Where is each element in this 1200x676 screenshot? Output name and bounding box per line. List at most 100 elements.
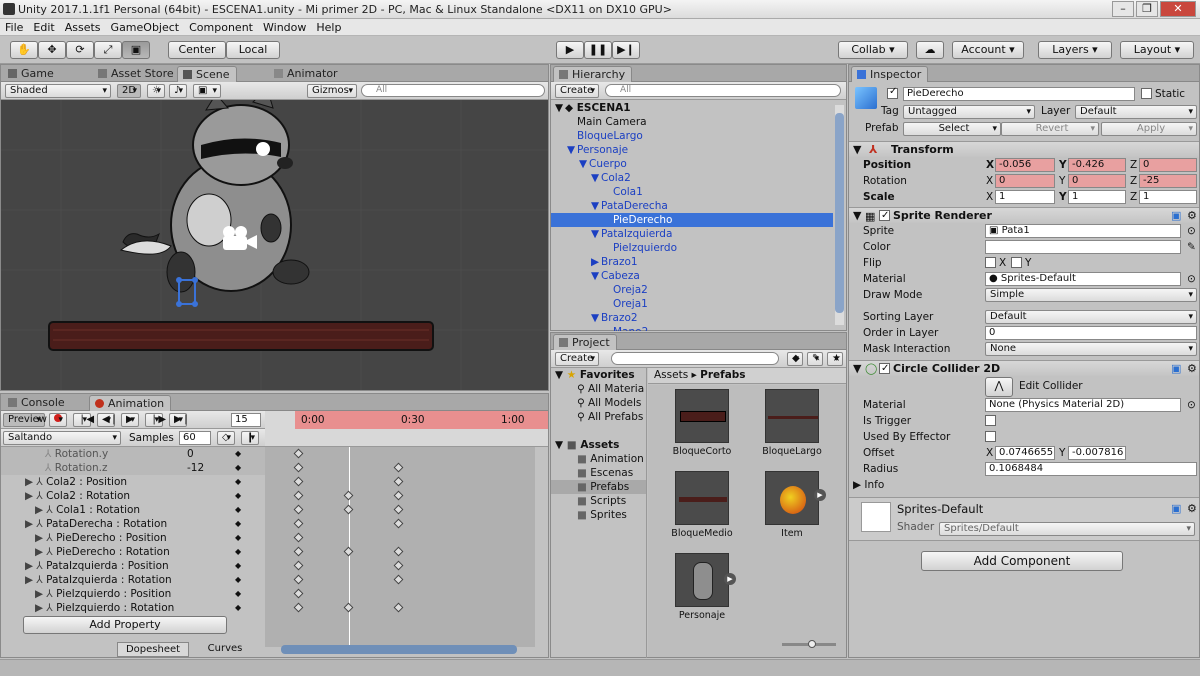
hierarchy-item[interactable]: ▼ PataDerecha [551, 199, 833, 213]
key-diamond-icon[interactable]: ◆ [235, 475, 241, 489]
keyframe-marker[interactable] [393, 462, 404, 473]
samples-field[interactable]: 60 [179, 431, 211, 445]
order-field[interactable]: 0 [985, 326, 1197, 340]
tab-animation[interactable]: Animation [89, 395, 172, 411]
hierarchy-item[interactable]: PieDerecho [551, 213, 833, 227]
last-key-icon[interactable]: ▶❘ [169, 413, 190, 427]
keyframe-marker[interactable] [343, 602, 354, 613]
preview-toggle[interactable]: Preview [3, 413, 47, 427]
folder-item[interactable]: ■ Sprites [551, 508, 646, 522]
timeline-ruler[interactable]: 0:00 0:30 1:00 [265, 411, 548, 447]
2d-toggle[interactable]: 2D [117, 84, 141, 98]
static-checkbox[interactable] [1141, 88, 1152, 99]
audio-icon[interactable]: ♪ [169, 84, 187, 98]
step-button[interactable]: ▶❙ [612, 41, 640, 59]
sr-material-field[interactable]: ● Sprites-Default [985, 272, 1181, 286]
animation-property-row[interactable]: ▶ ⅄ Cola2 : Position ◆ [1, 475, 265, 489]
hand-tool-icon[interactable]: ✋ [10, 41, 38, 59]
keyframe-marker[interactable] [293, 560, 304, 571]
keyframe-marker[interactable] [393, 602, 404, 613]
animation-property-row[interactable]: ⅄ Rotation.y 0 ◆ [1, 447, 265, 461]
animation-property-row[interactable]: ▶ ⅄ Cola2 : Rotation ◆ [1, 489, 265, 503]
keyframe-marker[interactable] [293, 518, 304, 529]
folder-item-selected[interactable]: ■ Prefabs [551, 480, 646, 494]
add-property-button[interactable]: Add Property [23, 616, 227, 634]
shading-mode-dropdown[interactable]: Shaded [5, 84, 111, 98]
hierarchy-item[interactable]: Oreja1 [551, 297, 833, 311]
collider-enabled-checkbox[interactable] [879, 361, 890, 376]
foldout-arrow-icon[interactable]: ▼ [567, 143, 577, 157]
offset-y-field[interactable]: -0.007816 [1068, 446, 1126, 460]
prefab-select-button[interactable]: Select [903, 122, 1001, 136]
menu-window[interactable]: Window [258, 19, 311, 36]
hierarchy-item[interactable]: Oreja2 [551, 283, 833, 297]
hierarchy-scrollbar[interactable] [835, 105, 844, 325]
clip-dropdown[interactable]: Saltando [3, 431, 121, 445]
keyframe-marker[interactable] [393, 560, 404, 571]
is-trigger-checkbox[interactable] [985, 415, 996, 426]
prefab-thumb[interactable] [765, 389, 819, 443]
hierarchy-item[interactable]: ▼ PataIzquierda [551, 227, 833, 241]
keyframe-marker[interactable] [293, 462, 304, 473]
folder-item[interactable]: ■ Escenas [551, 466, 646, 480]
prefab-thumb[interactable] [675, 389, 729, 443]
keyframe-marker[interactable] [293, 532, 304, 543]
edit-collider-button[interactable]: ⋀ [985, 377, 1013, 397]
tab-console[interactable]: Console [3, 395, 71, 411]
keyframe-marker[interactable] [293, 546, 304, 557]
scale-tool-icon[interactable]: ⤢ [94, 41, 122, 59]
property-value[interactable]: -12 [187, 461, 204, 475]
breadcrumb-prefabs[interactable]: Prefabs [700, 369, 745, 381]
sprite-renderer-enabled-checkbox[interactable] [879, 208, 890, 223]
prefab-thumb[interactable] [675, 553, 729, 607]
circle-collider-header[interactable]: ▼ ◯ Circle Collider 2D ▣ ⚙ [849, 360, 1199, 376]
hierarchy-item[interactable]: Mano2 [551, 325, 833, 331]
active-checkbox[interactable] [887, 86, 898, 99]
dopesheet-area[interactable] [265, 447, 535, 647]
help-book-icon[interactable]: ▣ [1171, 361, 1181, 376]
used-by-effector-checkbox[interactable] [985, 431, 996, 442]
scene-viewport[interactable] [1, 100, 548, 390]
first-key-icon[interactable]: ❘◀ [73, 413, 94, 427]
tab-scene[interactable]: Scene [177, 66, 237, 82]
animation-property-row[interactable]: ⅄ Rotation.z -12 ◆ [1, 461, 265, 475]
keyframe-marker[interactable] [393, 490, 404, 501]
menu-component[interactable]: Component [184, 19, 258, 36]
keyframe-marker[interactable] [343, 504, 354, 515]
key-diamond-icon[interactable]: ◆ [235, 447, 241, 461]
hierarchy-item[interactable]: ▶ Brazo1 [551, 255, 833, 269]
keyframe-marker[interactable] [293, 588, 304, 599]
account-dropdown[interactable]: Account ▾ [952, 41, 1024, 59]
animation-property-row[interactable]: ▶ ⅄ PataDerecha : Rotation ◆ [1, 517, 265, 531]
tag-dropdown[interactable]: Untagged [903, 105, 1035, 119]
eyedropper-icon[interactable]: ✎ [1187, 240, 1196, 254]
hierarchy-item[interactable]: ▼ Cuerpo [551, 157, 833, 171]
mask-dropdown[interactable]: None [985, 342, 1197, 356]
foldout-arrow-icon[interactable]: ▼ [591, 269, 601, 283]
key-diamond-icon[interactable]: ◆ [235, 517, 241, 531]
keyframe-marker[interactable] [343, 490, 354, 501]
prefab-apply-button[interactable]: Apply [1101, 122, 1197, 136]
collider-material-field[interactable]: None (Physics Material 2D) [985, 398, 1181, 412]
breadcrumb-assets[interactable]: Assets [654, 369, 688, 381]
rotate-tool-icon[interactable]: ⟳ [66, 41, 94, 59]
keyframe-marker[interactable] [293, 504, 304, 515]
component-gear-icon[interactable]: ⚙ [1187, 208, 1197, 223]
lighting-icon[interactable]: ☼ [147, 84, 165, 98]
sprite-field[interactable]: ▣ Pata1 [985, 224, 1181, 238]
help-book-icon[interactable]: ▣ [1171, 502, 1181, 515]
foldout-arrow-icon[interactable]: ▼ [591, 311, 601, 325]
color-swatch[interactable] [985, 240, 1181, 254]
add-component-button[interactable]: Add Component [921, 551, 1123, 571]
animation-property-row[interactable]: ▶ ⅄ Cola1 : Rotation ◆ [1, 503, 265, 517]
keyframe-marker[interactable] [293, 602, 304, 613]
flip-y-checkbox[interactable] [1011, 257, 1022, 268]
foldout-arrow-icon[interactable]: ▼ [591, 199, 601, 213]
radius-field[interactable]: 0.1068484 [985, 462, 1197, 476]
animation-property-row[interactable]: ▶ ⅄ PataIzquierda : Position ◆ [1, 559, 265, 573]
foldout-arrow-icon[interactable]: ▼ [579, 157, 589, 171]
sprite-renderer-header[interactable]: ▼ ▦ Sprite Renderer ▣ ⚙ [849, 207, 1199, 223]
pos-x-field[interactable]: -0.056 [995, 158, 1055, 172]
collab-button[interactable]: Collab ▾ [838, 41, 908, 59]
key-diamond-icon[interactable]: ◆ [235, 503, 241, 517]
